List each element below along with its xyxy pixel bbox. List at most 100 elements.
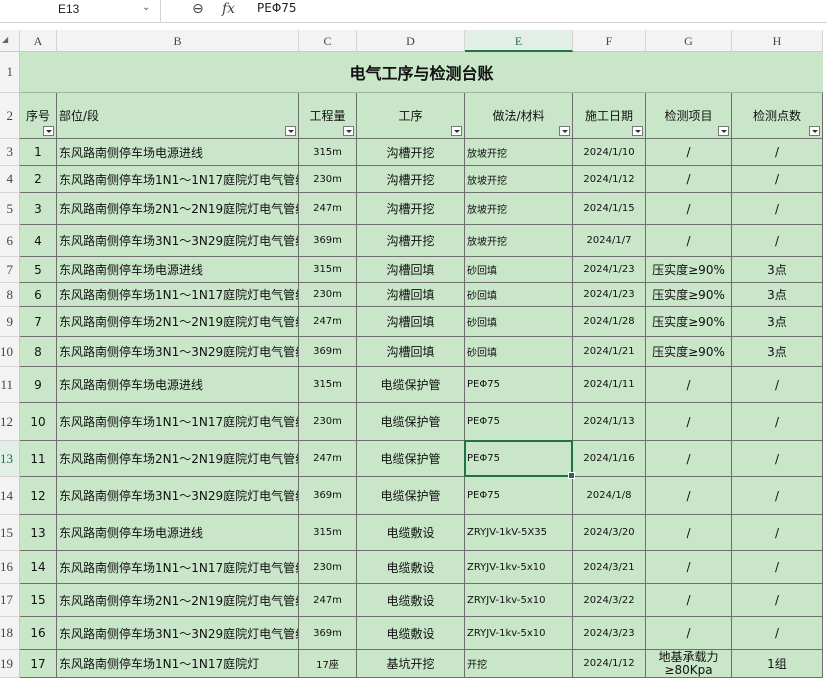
row-header-9[interactable]: 9 [0,307,20,337]
table-cell[interactable]: 315m [299,257,357,283]
table-cell[interactable]: 放坡开挖 [465,139,573,166]
table-cell[interactable]: 315m [299,515,357,551]
row-header-3[interactable]: 3 [0,139,20,166]
table-cell[interactable]: / [732,441,823,477]
table-cell[interactable]: 2024/1/15 [573,193,646,225]
table-cell[interactable]: 9 [20,367,57,403]
filter-dropdown-icon[interactable] [809,126,820,136]
table-cell[interactable]: 东风路南侧停车场1N1～1N17庭院灯 [57,650,299,678]
row-header-16[interactable]: 16 [0,551,20,584]
table-cell[interactable]: 4 [20,225,57,257]
table-cell[interactable]: ZRYJV-1kv-5x10 [465,584,573,617]
row-header-8[interactable]: 8 [0,283,20,307]
table-cell[interactable]: / [732,584,823,617]
table-cell[interactable]: 沟槽开挖 [357,166,465,193]
table-cell[interactable]: / [646,441,732,477]
table-cell[interactable]: PEΦ75 [465,477,573,515]
column-header-d[interactable]: D [357,30,465,52]
column-header-h[interactable]: H [732,30,823,52]
column-header-f[interactable]: F [573,30,646,52]
table-cell[interactable]: 369m [299,225,357,257]
table-cell[interactable]: 247m [299,441,357,477]
table-cell[interactable]: 15 [20,584,57,617]
table-cell[interactable]: 砂回填 [465,283,573,307]
table-cell[interactable]: 369m [299,617,357,650]
chevron-down-icon[interactable]: ⌄ [142,2,150,13]
table-cell[interactable]: / [646,617,732,650]
table-cell[interactable]: 沟槽回填 [357,307,465,337]
table-cell[interactable]: 放坡开挖 [465,166,573,193]
table-cell[interactable]: 230m [299,283,357,307]
table-cell[interactable]: 压实度≥90% [646,257,732,283]
table-cell[interactable]: 13 [20,515,57,551]
table-cell[interactable]: 电缆敷设 [357,551,465,584]
row-header-14[interactable]: 14 [0,477,20,515]
table-cell[interactable]: 东风路南侧停车场3N1～3N29庭院灯电气管线 [57,477,299,515]
table-cell[interactable]: 14 [20,551,57,584]
table-cell[interactable]: 东风路南侧停车场3N1～3N29庭院灯电气管线 [57,617,299,650]
row-header-4[interactable]: 4 [0,166,20,193]
table-cell[interactable]: 电缆保护管 [357,367,465,403]
row-header-12[interactable]: 12 [0,403,20,441]
filter-dropdown-icon[interactable] [343,126,354,136]
table-cell[interactable]: / [732,515,823,551]
table-cell[interactable]: / [646,225,732,257]
row-header-15[interactable]: 15 [0,515,20,551]
row-header-10[interactable]: 10 [0,337,20,367]
table-cell[interactable]: / [646,367,732,403]
table-cell[interactable]: / [646,403,732,441]
column-header-c[interactable]: C [299,30,357,52]
table-cell[interactable]: 2024/3/21 [573,551,646,584]
table-cell[interactable]: 7 [20,307,57,337]
fx-icon[interactable]: fx [222,1,235,17]
table-cell[interactable]: 电缆敷设 [357,584,465,617]
table-cell[interactable]: 沟槽回填 [357,283,465,307]
table-cell[interactable]: 东风路南侧停车场1N1～1N17庭院灯电气管线 [57,403,299,441]
filter-dropdown-icon[interactable] [559,126,570,136]
table-cell[interactable]: 3 [20,193,57,225]
table-cell[interactable]: 2024/3/23 [573,617,646,650]
table-cell[interactable]: 砂回填 [465,307,573,337]
table-cell[interactable]: / [732,139,823,166]
formula-input[interactable]: PEΦ75 [257,1,297,15]
table-cell[interactable]: 放坡开挖 [465,193,573,225]
table-cell[interactable]: 压实度≥90% [646,283,732,307]
table-cell[interactable]: 369m [299,477,357,515]
table-cell[interactable]: 2024/1/21 [573,337,646,367]
table-cell[interactable]: / [646,515,732,551]
table-cell[interactable]: 电缆敷设 [357,515,465,551]
table-cell[interactable]: ZRYJV-1kV-5X35 [465,515,573,551]
table-cell[interactable]: 2024/3/22 [573,584,646,617]
filter-dropdown-icon[interactable] [285,126,296,136]
table-cell[interactable]: 12 [20,477,57,515]
table-cell[interactable]: PEΦ75 [465,441,573,477]
table-cell[interactable]: 砂回填 [465,257,573,283]
row-header-11[interactable]: 11 [0,367,20,403]
table-cell[interactable]: 11 [20,441,57,477]
table-cell[interactable]: / [732,166,823,193]
table-cell[interactable]: 247m [299,307,357,337]
table-cell[interactable]: 2024/1/23 [573,257,646,283]
table-cell[interactable]: 2024/1/13 [573,403,646,441]
select-all-corner[interactable]: ◢ [0,30,20,52]
table-cell[interactable]: 东风路南侧停车场2N1～2N19庭院灯电气管线 [57,307,299,337]
column-header-b[interactable]: B [57,30,299,52]
table-cell[interactable]: 东风路南侧停车场2N1～2N19庭院灯电气管线 [57,441,299,477]
table-cell[interactable]: 开挖 [465,650,573,678]
row-header-19[interactable]: 19 [0,650,20,678]
table-cell[interactable]: / [732,477,823,515]
table-cell[interactable]: 电缆保护管 [357,403,465,441]
table-cell[interactable]: 1 [20,139,57,166]
table-cell[interactable]: 沟槽回填 [357,337,465,367]
table-cell[interactable]: / [646,477,732,515]
table-cell[interactable]: 东风路南侧停车场电源进线 [57,515,299,551]
table-cell[interactable]: / [646,584,732,617]
table-cell[interactable]: 东风路南侧停车场1N1～1N17庭院灯电气管线 [57,551,299,584]
table-cell[interactable]: 2024/1/8 [573,477,646,515]
filter-dropdown-icon[interactable] [632,126,643,136]
table-cell[interactable]: 2024/1/28 [573,307,646,337]
table-cell[interactable]: 315m [299,139,357,166]
table-cell[interactable]: 沟槽开挖 [357,139,465,166]
table-cell[interactable]: 沟槽开挖 [357,193,465,225]
table-cell[interactable]: 3点 [732,283,823,307]
